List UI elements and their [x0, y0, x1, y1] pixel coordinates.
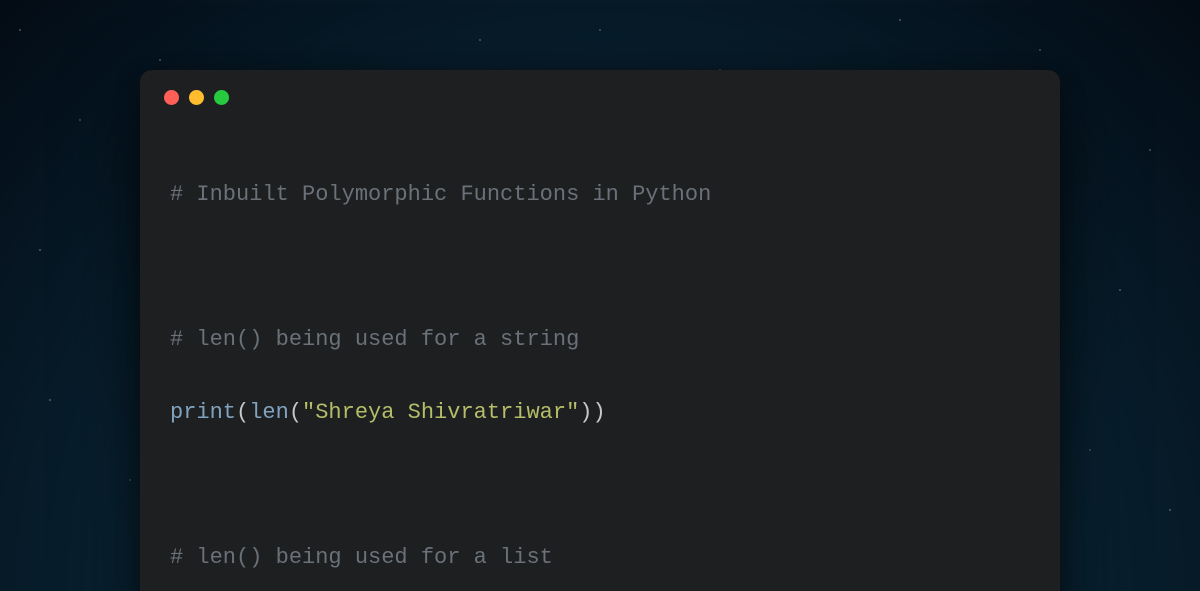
zoom-icon[interactable] — [214, 90, 229, 105]
string-literal: "Shreya Shivratriwar" — [302, 400, 579, 425]
blank-line — [170, 468, 1030, 504]
code-line-3: print(len("Shreya Shivratriwar")) — [170, 395, 1030, 431]
paren-close: ) — [579, 400, 592, 425]
comment-text: # len() being used for a string — [170, 327, 579, 352]
paren-open: ( — [289, 400, 302, 425]
paren-open: ( — [236, 400, 249, 425]
fn-print: print — [170, 400, 236, 425]
paren-close: ) — [592, 400, 605, 425]
minimize-icon[interactable] — [189, 90, 204, 105]
code-line-1: # Inbuilt Polymorphic Functions in Pytho… — [170, 177, 1030, 213]
comment-text: # len() being used for a list — [170, 545, 553, 570]
code-line-4: # len() being used for a list — [170, 540, 1030, 576]
blank-line — [170, 250, 1030, 286]
code-editor: # Inbuilt Polymorphic Functions in Pytho… — [140, 113, 1060, 591]
code-line-2: # len() being used for a string — [170, 322, 1030, 358]
comment-text: # Inbuilt Polymorphic Functions in Pytho… — [170, 182, 711, 207]
close-icon[interactable] — [164, 90, 179, 105]
code-window: # Inbuilt Polymorphic Functions in Pytho… — [140, 70, 1060, 591]
fn-len: len — [249, 400, 289, 425]
titlebar — [140, 70, 1060, 113]
